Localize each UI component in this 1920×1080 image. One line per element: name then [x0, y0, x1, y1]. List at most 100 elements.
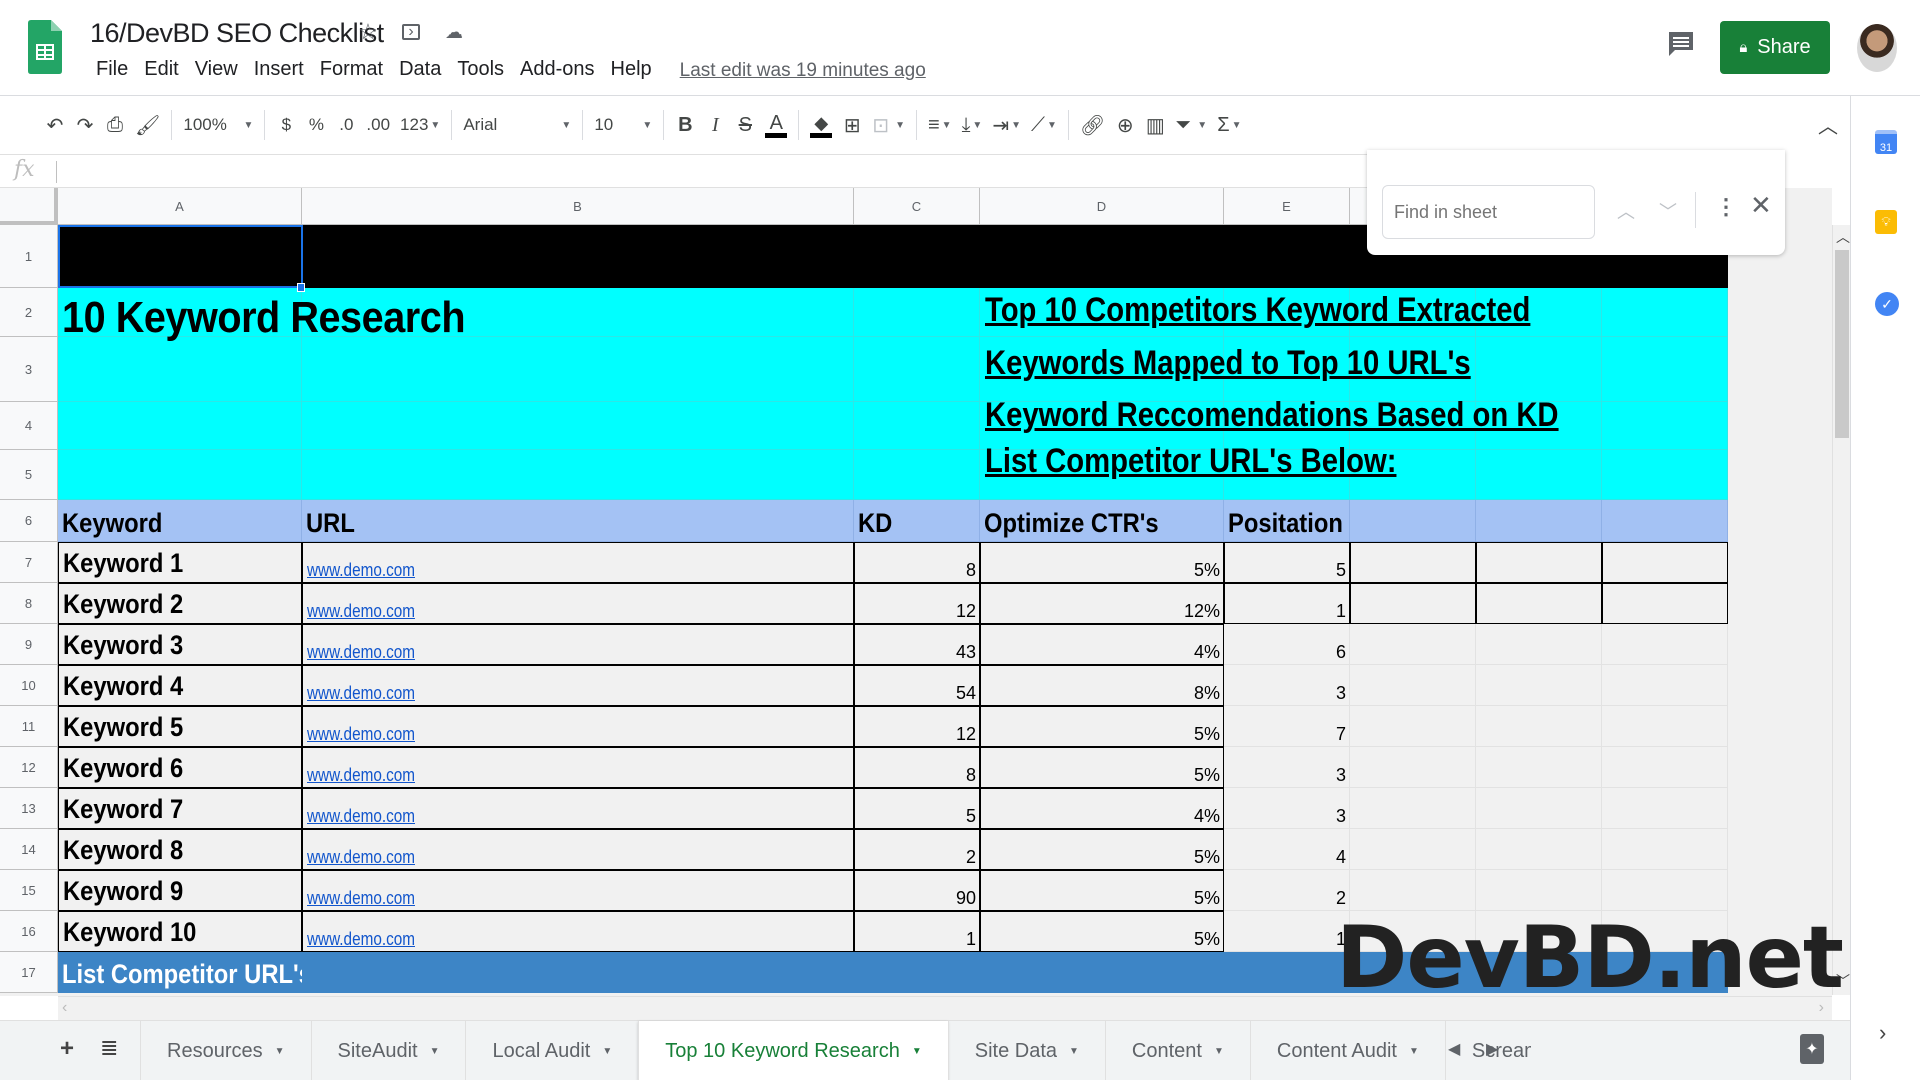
cell-e7[interactable]: 5 [1224, 542, 1350, 583]
cell-b17[interactable] [302, 952, 854, 993]
cell-g11[interactable] [1476, 706, 1602, 747]
add-sheet-icon[interactable]: + [60, 1035, 74, 1063]
cell-e13[interactable]: 3 [1224, 788, 1350, 829]
cell-f14[interactable] [1350, 829, 1476, 870]
chevron-down-icon[interactable]: ▼ [602, 1046, 612, 1057]
row-header-2[interactable]: 2 [0, 288, 58, 337]
url-link[interactable]: www.demo.com [307, 847, 415, 868]
cell-b3[interactable] [302, 337, 854, 402]
cell-h15[interactable] [1602, 870, 1728, 911]
url-link[interactable]: www.demo.com [307, 560, 415, 581]
cell-h7[interactable] [1602, 542, 1728, 583]
percent-format-button[interactable]: % [301, 107, 331, 143]
cell-d17[interactable] [980, 952, 1224, 993]
cell-c4[interactable] [854, 402, 980, 450]
cloud-saved-icon[interactable]: ☁ [442, 20, 466, 44]
cell-c8[interactable]: 12 [854, 583, 980, 624]
menu-data[interactable]: Data [391, 58, 449, 82]
cell-f11[interactable] [1350, 706, 1476, 747]
cell-g13[interactable] [1476, 788, 1602, 829]
sheet-tab-content[interactable]: Content ▼ [1104, 1021, 1250, 1080]
vertical-scroll-thumb[interactable] [1835, 250, 1849, 438]
menu-format[interactable]: Format [312, 58, 391, 82]
last-edit-link[interactable]: Last edit was 19 minutes ago [680, 58, 926, 82]
document-title[interactable]: 16/DevBD SEO Checklist [90, 18, 384, 49]
section-link-1[interactable]: Top 10 Competitors Keyword Extracted [985, 291, 1530, 330]
cell-a17[interactable]: List Competitor URL's Below: [58, 952, 396, 993]
cell-a4[interactable] [58, 402, 302, 450]
cell-a1[interactable] [58, 225, 302, 288]
cell-b9[interactable]: www.demo.com [302, 624, 854, 665]
cell-h14[interactable] [1602, 829, 1728, 870]
undo-icon[interactable]: ↶ [40, 107, 70, 143]
tasks-icon[interactable]: ✓ [1875, 292, 1899, 316]
cell-e17[interactable] [1224, 952, 1350, 993]
comment-history-icon[interactable] [1667, 30, 1695, 58]
cell-b11[interactable]: www.demo.com [302, 706, 854, 747]
url-link[interactable]: www.demo.com [307, 683, 415, 704]
cell-g10[interactable] [1476, 665, 1602, 706]
currency-format-button[interactable]: $ [271, 107, 301, 143]
cell-a5[interactable] [58, 450, 302, 500]
row-header-1[interactable]: 1 [0, 225, 58, 288]
show-side-panel-icon[interactable]: › [1879, 1020, 1886, 1046]
row-header-7[interactable]: 7 [0, 542, 58, 583]
cell-g9[interactable] [1476, 624, 1602, 665]
menu-help[interactable]: Help [603, 58, 660, 82]
cell-b4[interactable] [302, 402, 854, 450]
cell-d14[interactable]: 5% [980, 829, 1224, 870]
sheets-logo-icon[interactable] [28, 20, 62, 74]
cell-b8[interactable]: www.demo.com [302, 583, 854, 624]
cell-d8[interactable]: 12% [980, 583, 1224, 624]
column-header-c[interactable]: C [854, 188, 980, 225]
cell-e6[interactable]: Positation [1224, 500, 1350, 542]
cell-a11[interactable]: Keyword 5 [58, 706, 302, 747]
cell-c16[interactable]: 1 [854, 911, 980, 952]
cell-g7[interactable] [1476, 542, 1602, 583]
text-wrapping-icon[interactable]: ⇥ ▼ [987, 107, 1026, 143]
paint-format-icon[interactable]: 🖌︎ [130, 107, 165, 143]
cell-d16[interactable]: 5% [980, 911, 1224, 952]
cell-c2[interactable] [854, 288, 980, 337]
more-formats-button[interactable]: 123 ▼ [395, 107, 445, 143]
more-options-icon[interactable]: ⋮ [1715, 194, 1737, 220]
cell-d11[interactable]: 5% [980, 706, 1224, 747]
row-header-16[interactable]: 16 [0, 911, 58, 952]
cell-c9[interactable]: 43 [854, 624, 980, 665]
insert-comment-icon[interactable]: ⊕ [1110, 107, 1140, 143]
cell-f6[interactable] [1350, 500, 1476, 542]
cell-a7[interactable]: Keyword 1 [58, 542, 302, 583]
chevron-down-icon[interactable]: ▼ [1409, 1046, 1419, 1057]
cell-e12[interactable]: 3 [1224, 747, 1350, 788]
cell-f15[interactable] [1350, 870, 1476, 911]
cell-h5[interactable] [1602, 450, 1728, 500]
row-header-13[interactable]: 13 [0, 788, 58, 829]
insert-chart-icon[interactable]: ▥ [1140, 107, 1170, 143]
calendar-icon[interactable]: 31 [1875, 130, 1897, 154]
row-header-9[interactable]: 9 [0, 624, 58, 665]
bold-button[interactable]: B [670, 107, 700, 143]
row-header-6[interactable]: 6 [0, 500, 58, 542]
cell-c13[interactable]: 5 [854, 788, 980, 829]
move-to-folder-icon[interactable]: › [402, 23, 420, 40]
scroll-left-icon[interactable]: ‹ [62, 999, 67, 1017]
cell-a13[interactable]: Keyword 7 [58, 788, 302, 829]
column-header-e[interactable]: E [1224, 188, 1350, 225]
cell-c7[interactable]: 8 [854, 542, 980, 583]
cell-d1[interactable] [980, 225, 1224, 288]
cell-d6[interactable]: Optimize CTR's [980, 500, 1224, 542]
cell-b1[interactable] [302, 225, 854, 288]
cell-d15[interactable]: 5% [980, 870, 1224, 911]
cell-h3[interactable] [1602, 337, 1728, 402]
cell-b14[interactable]: www.demo.com [302, 829, 854, 870]
row-header-8[interactable]: 8 [0, 583, 58, 624]
cell-b10[interactable]: www.demo.com [302, 665, 854, 706]
chevron-down-icon[interactable]: ▼ [912, 1046, 922, 1057]
row-header-11[interactable]: 11 [0, 706, 58, 747]
cell-d10[interactable]: 8% [980, 665, 1224, 706]
cell-g14[interactable] [1476, 829, 1602, 870]
row-header-15[interactable]: 15 [0, 870, 58, 911]
cell-h4[interactable] [1602, 402, 1728, 450]
cell-e10[interactable]: 3 [1224, 665, 1350, 706]
row-header-14[interactable]: 14 [0, 829, 58, 870]
